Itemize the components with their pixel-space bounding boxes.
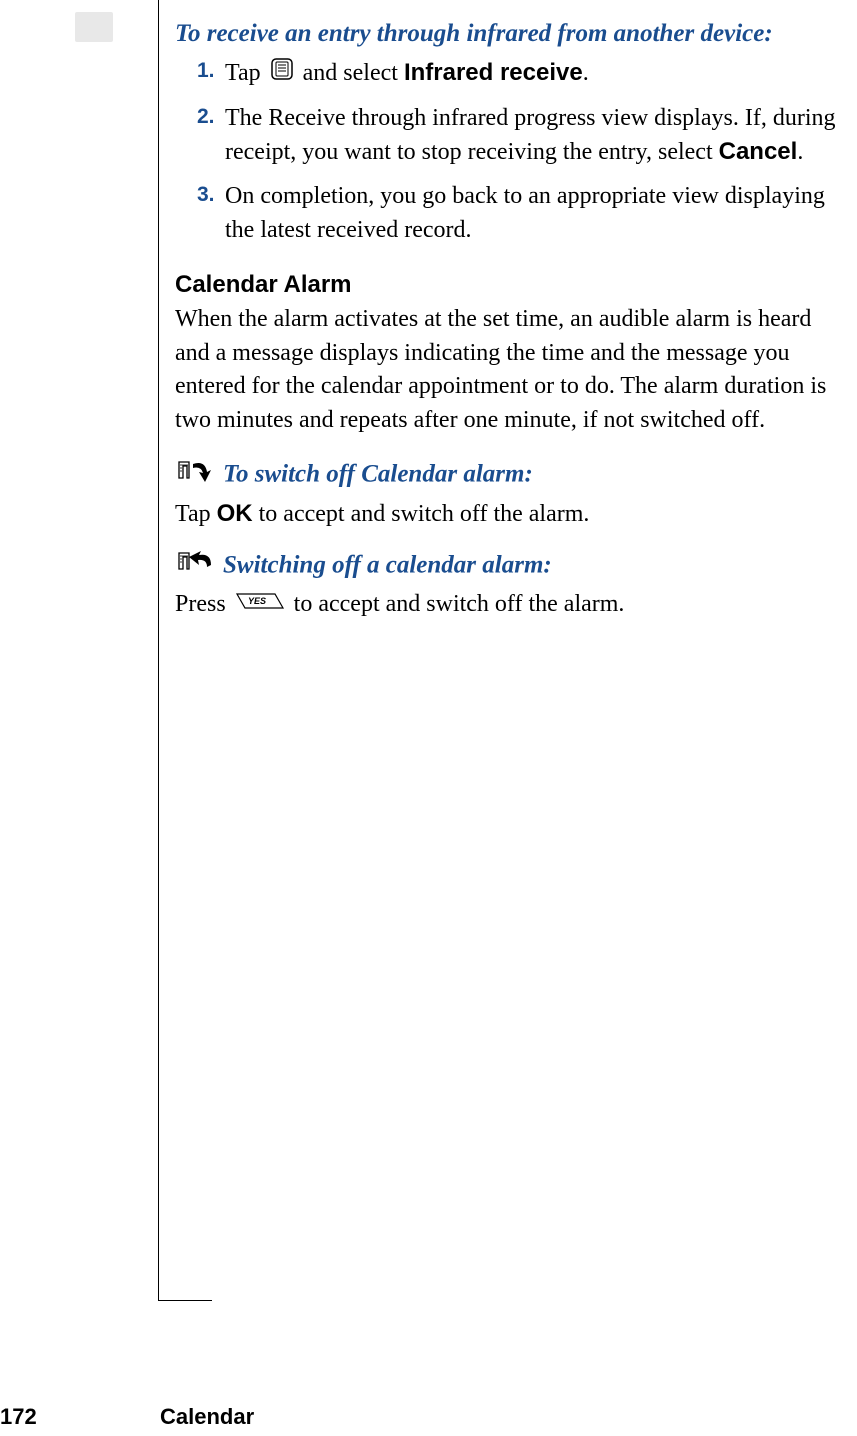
- margin-vertical-line: [158, 0, 159, 1300]
- step-1: 1. Tap and select Infrared receive.: [197, 56, 847, 92]
- proc-bold: OK: [217, 500, 253, 527]
- proc-text: Press: [175, 591, 232, 617]
- numbered-steps: 1. Tap and select Infrared receive. 2. T…: [175, 56, 847, 247]
- step-2: 2. The Receive through infrared progress…: [197, 102, 847, 170]
- step-bold: Infrared receive: [404, 59, 583, 86]
- step-number: 2.: [197, 102, 215, 131]
- footer-section-title: Calendar: [160, 1404, 254, 1430]
- step-text-prefix: Tap: [225, 60, 267, 86]
- margin-horizontal-tick: [158, 1300, 212, 1301]
- page: To receive an entry through infrared fro…: [0, 0, 857, 1436]
- procedure-heading: To receive an entry through infrared fro…: [175, 20, 847, 48]
- proc-text: Tap: [175, 501, 217, 527]
- procedure-heading-text: To switch off Calendar alarm:: [223, 460, 533, 487]
- procedure-heading-row: Switching off a calendar alarm:: [175, 547, 847, 584]
- yes-key-icon: YES: [235, 589, 285, 623]
- procedure-body: Press YES to accept and switch off the a…: [175, 588, 847, 622]
- hand-down-arrow-icon: [175, 456, 215, 493]
- proc-text-suffix: to accept and switch off the alarm.: [288, 591, 625, 617]
- content-area: To receive an entry through infrared fro…: [175, 20, 847, 638]
- svg-text:YES: YES: [248, 596, 266, 606]
- procedure-heading-row: To switch off Calendar alarm:: [175, 456, 847, 493]
- step-number: 3.: [197, 180, 215, 209]
- step-text-after-icon: and select: [297, 60, 404, 86]
- tab-indicator: [75, 12, 113, 42]
- step-suffix: .: [583, 60, 589, 86]
- section-heading: Calendar Alarm: [175, 271, 847, 299]
- step-3: 3. On completion, you go back to an appr…: [197, 180, 847, 247]
- hand-back-arrow-icon: [175, 547, 215, 584]
- procedure-heading-text: Switching off a calendar alarm:: [223, 552, 552, 579]
- step-number: 1.: [197, 56, 215, 85]
- step-suffix: .: [797, 139, 803, 165]
- step-bold: Cancel: [719, 138, 798, 165]
- menu-button-icon: [270, 57, 294, 92]
- step-text: On completion, you go back to an appropr…: [225, 183, 825, 243]
- proc-text-suffix: to accept and switch off the alarm.: [253, 501, 590, 527]
- procedure-body: Tap OK to accept and switch off the alar…: [175, 497, 847, 532]
- page-number: 172: [0, 1404, 37, 1430]
- section-body: When the alarm activates at the set time…: [175, 303, 847, 437]
- procedure-switch-off-press: Switching off a calendar alarm: Press YE…: [175, 547, 847, 622]
- procedure-switch-off-tap: To switch off Calendar alarm: Tap OK to …: [175, 456, 847, 532]
